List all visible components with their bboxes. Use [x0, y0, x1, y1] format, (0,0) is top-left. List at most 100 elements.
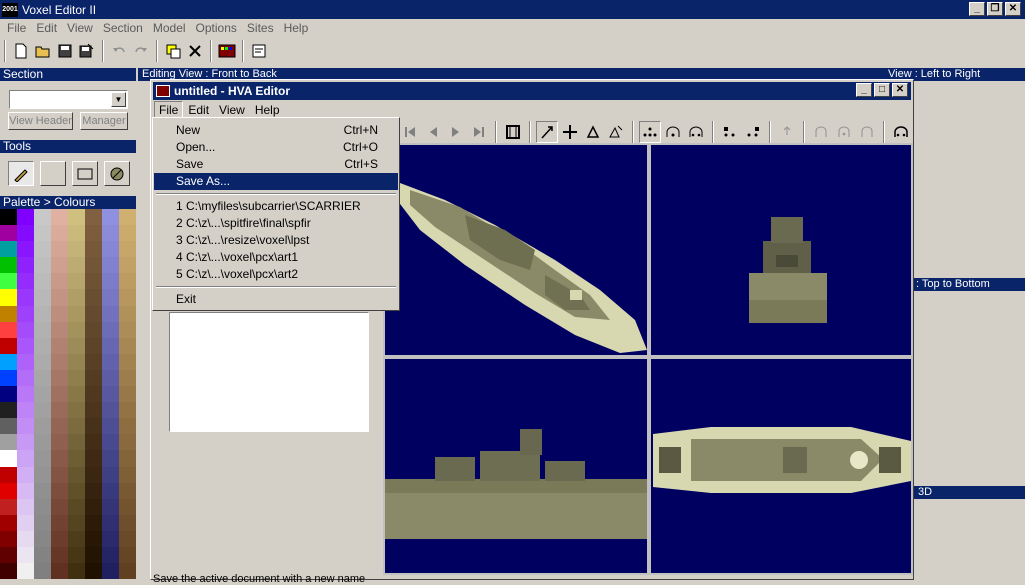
palette-swatch[interactable] [85, 514, 102, 531]
hva-view-top[interactable] [651, 359, 911, 573]
palette-swatch[interactable] [51, 273, 68, 290]
palette-swatch[interactable] [119, 530, 136, 547]
palette-swatch[interactable] [119, 466, 136, 483]
palette-swatch[interactable] [68, 466, 85, 483]
palette-swatch[interactable] [119, 514, 136, 531]
palette-swatch[interactable] [17, 257, 34, 274]
palette-swatch[interactable] [0, 337, 17, 354]
section-arch-icon-3[interactable] [890, 121, 912, 143]
palette-swatch[interactable] [102, 530, 119, 547]
move-icon[interactable] [559, 121, 581, 143]
palette-swatch[interactable] [34, 530, 51, 547]
palette-swatch[interactable] [51, 450, 68, 467]
section-arch-icon-1[interactable] [662, 121, 684, 143]
palette-swatch[interactable] [119, 257, 136, 274]
palette-swatch[interactable] [119, 386, 136, 403]
palette-swatch[interactable] [102, 434, 119, 451]
palette-swatch[interactable] [17, 434, 34, 451]
palette-swatch[interactable] [0, 514, 17, 531]
palette-swatch[interactable] [17, 321, 34, 338]
palette-swatch[interactable] [68, 498, 85, 515]
palette-swatch[interactable] [34, 418, 51, 435]
hva-section-list[interactable] [169, 312, 369, 432]
palette-swatch[interactable] [51, 498, 68, 515]
palette-swatch[interactable] [119, 289, 136, 306]
menu-file[interactable]: File [2, 19, 31, 37]
palette-swatch[interactable] [119, 402, 136, 419]
palette-swatch[interactable] [102, 337, 119, 354]
save-as-icon[interactable] [76, 40, 98, 62]
palette-swatch[interactable] [68, 530, 85, 547]
next-frame-icon[interactable] [445, 121, 467, 143]
palette-swatch[interactable] [0, 321, 17, 338]
palette-swatch[interactable] [85, 289, 102, 306]
palette-swatch[interactable] [68, 353, 85, 370]
palette-swatch[interactable] [0, 209, 17, 226]
palette-swatch[interactable] [17, 273, 34, 290]
palette-swatch[interactable] [68, 273, 85, 290]
palette-swatch[interactable] [51, 305, 68, 322]
palette-swatch[interactable] [17, 353, 34, 370]
palette-swatch[interactable] [0, 563, 17, 580]
palette-swatch[interactable] [102, 402, 119, 419]
palette-swatch[interactable] [34, 209, 51, 226]
palette-swatch[interactable] [51, 514, 68, 531]
copy-section-icon[interactable] [162, 40, 184, 62]
prev-frame-icon[interactable] [422, 121, 444, 143]
palette-swatch[interactable] [119, 321, 136, 338]
palette-swatch[interactable] [85, 337, 102, 354]
palette-swatch[interactable] [17, 369, 34, 387]
open-folder-icon[interactable] [32, 40, 54, 62]
menu-item-recent-2[interactable]: 2 C:\z\...\spitfire\final\spfir [154, 215, 398, 232]
palette-swatch[interactable] [17, 225, 34, 242]
palette-swatch[interactable] [51, 482, 68, 499]
section-dots-icon-2[interactable] [719, 121, 741, 143]
palette-swatch[interactable] [34, 434, 51, 451]
palette-swatch[interactable] [34, 466, 51, 483]
palette-swatch[interactable] [0, 530, 17, 547]
colour-palette-grid[interactable] [0, 209, 136, 580]
palette-swatch[interactable] [68, 289, 85, 306]
palette-swatch[interactable] [85, 353, 102, 370]
menu-item-recent-1[interactable]: 1 C:\myfiles\subcarrier\SCARRIER [154, 198, 398, 215]
palette-swatch[interactable] [85, 418, 102, 435]
palette-swatch[interactable] [51, 466, 68, 483]
scale-icon[interactable] [605, 121, 627, 143]
palette-swatch[interactable] [34, 563, 51, 580]
palette-swatch[interactable] [102, 369, 119, 387]
palette-swatch[interactable] [17, 337, 34, 354]
palette-swatch[interactable] [102, 563, 119, 580]
menu-item-exit[interactable]: Exit [154, 291, 398, 308]
palette-swatch[interactable] [34, 289, 51, 306]
palette-swatch[interactable] [119, 434, 136, 451]
palette-swatch[interactable] [51, 353, 68, 370]
palette-swatch[interactable] [0, 482, 17, 499]
palette-swatch[interactable] [34, 273, 51, 290]
palette-swatch[interactable] [68, 450, 85, 467]
palette-swatch[interactable] [0, 386, 17, 403]
manager-button[interactable]: Manager [80, 112, 128, 130]
palette-swatch[interactable] [85, 305, 102, 322]
menu-section[interactable]: Section [98, 19, 148, 37]
hva-close-icon[interactable]: ✕ [892, 83, 908, 97]
palette-swatch[interactable] [17, 209, 34, 226]
menu-item-new[interactable]: New Ctrl+N [154, 122, 398, 139]
redo-icon[interactable] [130, 40, 152, 62]
restore-icon[interactable]: ❐ [987, 2, 1003, 16]
palette-swatch[interactable] [68, 209, 85, 226]
palette-swatch[interactable] [17, 498, 34, 515]
palette-swatch[interactable] [85, 482, 102, 499]
palette-swatch[interactable] [0, 353, 17, 370]
palette-swatch[interactable] [102, 289, 119, 306]
palette-swatch[interactable] [68, 241, 85, 258]
menu-view[interactable]: View [62, 19, 98, 37]
section-lock-icon-3[interactable] [856, 121, 878, 143]
hva-maximize-icon[interactable]: □ [874, 83, 890, 97]
palette-swatch[interactable] [102, 498, 119, 515]
palette-swatch[interactable] [51, 386, 68, 403]
palette-swatch[interactable] [17, 402, 34, 419]
palette-swatch[interactable] [0, 418, 17, 435]
menu-item-save-as[interactable]: Save As... [154, 173, 398, 190]
palette-swatch[interactable] [34, 305, 51, 322]
palette-swatch[interactable] [17, 305, 34, 322]
